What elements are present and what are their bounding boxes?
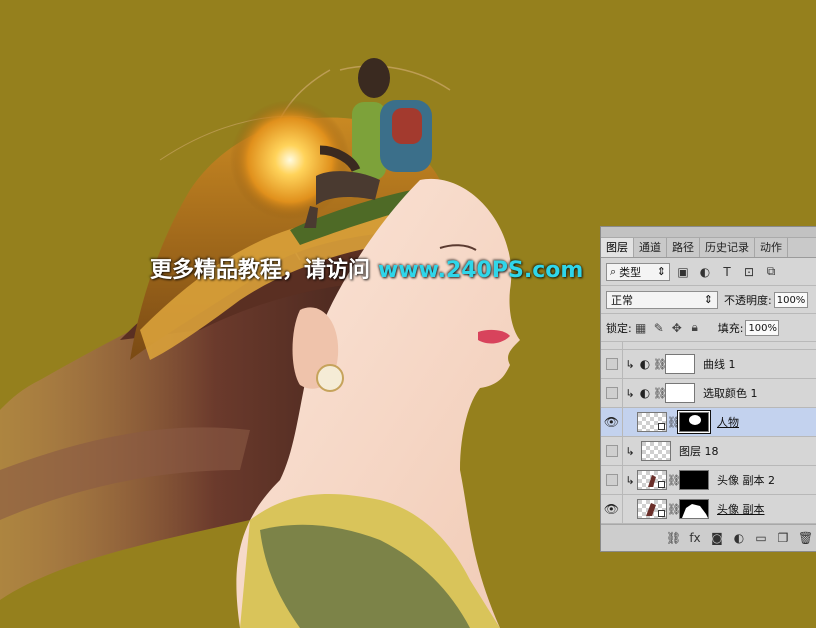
new-layer-icon[interactable]: ❐ [776,531,790,545]
tab-history[interactable]: 历史记录 [700,238,755,257]
lock-brush-icon[interactable]: ✎ [650,321,668,335]
tab-paths[interactable]: 路径 [667,238,700,257]
link-layers-icon[interactable]: ⛓︎ [666,531,681,545]
visibility-off-icon [605,445,618,457]
tab-channels[interactable]: 通道 [634,238,667,257]
fx-icon[interactable]: fx [688,531,702,545]
layer-row[interactable]: ↳ ◐ ⛓︎ 曲线 1 [601,350,816,379]
filter-label: 类型 [619,265,642,279]
clip-arrow-icon: ↳ [625,473,635,487]
clip-arrow-icon: ↳ [625,444,635,458]
layer-mask-thumbnail[interactable] [665,383,695,403]
lock-label: 锁定: [606,321,632,335]
visibility-toggle[interactable]: 👁︎ [601,495,623,523]
selective-color-adjustment-icon: ◐ [639,386,651,400]
eye-icon: 👁︎ [603,415,620,429]
layer-row[interactable]: ↳ ◐ ⛓︎ 选取颜色 1 [601,379,816,408]
lock-transparent-icon[interactable]: ▦ [632,321,650,335]
type-filter-icon[interactable]: T [718,265,736,279]
watermark-url: www.240PS.com [378,258,584,283]
layer-mask-thumbnail[interactable] [665,354,695,374]
panel-tabs: 图层 通道 路径 历史记录 动作 [601,238,816,258]
layer-name: 曲线 1 [703,358,736,371]
visibility-toggle[interactable] [601,379,623,407]
smart-object-icon [658,423,665,430]
eye-icon: 👁︎ [603,502,620,516]
watermark-text: 更多精品教程，请访问 [150,258,371,283]
fill-label: 填充: [717,321,744,335]
lock-row: 锁定: ▦ ✎ ✥ 🔒︎ 填充: 100% [601,314,816,342]
image-filter-icon[interactable]: ▣ [674,265,692,279]
layer-name: 头像 副本 2 [717,474,775,487]
smart-object-icon [658,510,665,517]
opacity-label: 不透明度: [724,293,772,307]
layer-name: 选取颜色 1 [703,387,758,400]
link-icon[interactable]: ⛓︎ [667,416,681,429]
curves-adjustment-icon: ◐ [639,357,651,371]
clip-arrow-icon: ↳ [625,386,635,400]
layer-row[interactable]: ↳ ⛓︎ 头像 副本 2 [601,466,816,495]
layer-thumbnail[interactable] [637,470,667,490]
adjustment-filter-icon[interactable]: ◐ [696,265,714,279]
visibility-toggle[interactable] [601,437,623,465]
fill-input[interactable]: 100% [745,319,780,336]
filter-row: ⌕ 类型 ⇕ ▣ ◐ T ⊡ ⧉ [601,258,816,286]
delete-layer-icon[interactable]: 🗑︎ [798,531,813,545]
visibility-off-icon [605,358,618,370]
layer-thumbnail[interactable] [641,441,671,461]
layers-panel: 图层 通道 路径 历史记录 动作 ⌕ 类型 ⇕ ▣ ◐ T ⊡ ⧉ 正常 ⇕ 不… [600,226,816,552]
layer-name: 头像 副本 [717,503,765,516]
link-icon[interactable]: ⛓︎ [667,474,681,487]
smart-object-filter-icon[interactable]: ⧉ [762,264,780,279]
new-group-icon[interactable]: ▭ [754,531,768,545]
layer-mask-thumbnail[interactable] [679,470,709,490]
lock-all-icon[interactable]: 🔒︎ [686,320,704,335]
link-icon[interactable]: ⛓︎ [653,358,667,371]
visibility-toggle[interactable]: 👁︎ [601,408,623,436]
opacity-input[interactable]: 100% [773,291,808,308]
link-icon[interactable]: ⛓︎ [653,387,667,400]
blend-mode-select[interactable]: 正常 ⇕ [606,290,718,309]
layer-name: 图层 18 [679,445,719,458]
blend-mode-value: 正常 [611,293,633,307]
layer-row[interactable]: ↳ 图层 18 [601,437,816,466]
add-mask-icon[interactable]: ◙ [710,531,724,545]
layer-filter-select[interactable]: ⌕ 类型 ⇕ [606,262,670,281]
lock-position-icon[interactable]: ✥ [668,321,686,335]
visibility-off-icon [605,387,618,399]
new-adjustment-icon[interactable]: ◐ [732,531,746,545]
layer-mask-thumbnail[interactable] [679,499,709,519]
panel-bottom-bar: ⛓︎ fx ◙ ◐ ▭ ❐ 🗑︎ [601,524,816,551]
clip-arrow-icon: ↳ [625,357,635,371]
layer-row-hidden-above[interactable] [601,342,816,350]
visibility-toggle[interactable] [601,350,623,378]
layer-thumbnail[interactable] [637,412,667,432]
blend-row: 正常 ⇕ 不透明度: 100% [601,286,816,314]
layer-list: ↳ ◐ ⛓︎ 曲线 1 ↳ ◐ ⛓︎ 选取颜色 1 👁︎ ⛓︎ 人物 ↳ 图层 … [601,342,816,532]
layer-name: 人物 [717,416,739,429]
watermark: 更多精品教程，请访问 www.240PS.com [150,252,583,284]
tab-layers[interactable]: 图层 [601,238,634,257]
chevron-updown-icon: ⇕ [703,293,713,306]
layer-row-selected[interactable]: 👁︎ ⛓︎ 人物 [601,408,816,437]
smart-object-icon [658,481,665,488]
layer-mask-thumbnail[interactable] [678,411,710,433]
tab-actions[interactable]: 动作 [755,238,788,257]
link-icon[interactable]: ⛓︎ [667,503,681,516]
chevron-updown-icon: ⇕ [656,265,666,278]
visibility-off-icon [605,474,618,486]
shape-filter-icon[interactable]: ⊡ [740,265,758,279]
visibility-toggle[interactable] [601,466,623,494]
search-icon: ⌕ [610,264,617,278]
layer-thumbnail[interactable] [637,499,667,519]
layer-row[interactable]: 👁︎ ⛓︎ 头像 副本 [601,495,816,524]
panel-grip[interactable] [601,227,816,238]
